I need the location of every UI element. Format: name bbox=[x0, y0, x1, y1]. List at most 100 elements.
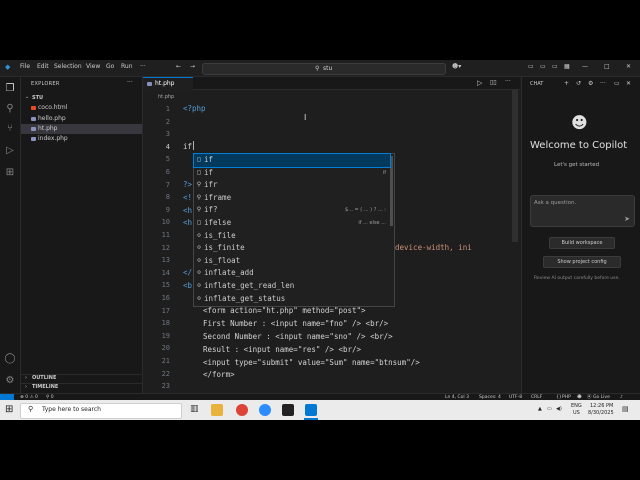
timeline-section[interactable]: TIMELINE bbox=[32, 384, 58, 390]
account-icon[interactable]: ◯ bbox=[4, 353, 16, 365]
suggestion-item[interactable]: ⚲ iframe bbox=[194, 192, 390, 205]
language-indicator[interactable]: ENG bbox=[571, 403, 582, 409]
volume-icon[interactable]: ◀) bbox=[556, 406, 562, 412]
file-index-php[interactable]: index.php bbox=[21, 134, 142, 144]
chat-input[interactable]: Ask a question. ➤ bbox=[530, 195, 635, 227]
maximize-panel-icon[interactable]: ▭ bbox=[614, 80, 620, 87]
code-line-4[interactable]: if bbox=[183, 142, 192, 151]
code-line-9[interactable]: <h bbox=[183, 206, 192, 215]
suggestion-item[interactable]: ⚲ if? $... = ( ... ) ? ... : bbox=[194, 204, 390, 217]
vscode-taskbar-icon[interactable] bbox=[305, 404, 317, 416]
outline-section[interactable]: OUTLINE bbox=[32, 375, 56, 381]
file-explorer-icon[interactable] bbox=[211, 404, 223, 416]
suggestion-kind-icon: □ bbox=[197, 219, 201, 226]
suggestion-item[interactable]: ⊙ inflate_get_read_len bbox=[194, 280, 390, 293]
menu-view[interactable]: View bbox=[86, 63, 100, 70]
chrome-icon[interactable] bbox=[236, 404, 248, 416]
task-view-icon[interactable]: ▥ bbox=[190, 404, 199, 414]
suggestion-item[interactable]: □ if bbox=[193, 153, 391, 168]
code-line-11-tail[interactable]: device-width, ini bbox=[395, 243, 472, 252]
code-line-10[interactable]: <h bbox=[183, 218, 192, 227]
code-line-1[interactable]: <?php bbox=[183, 104, 206, 113]
menu-file[interactable]: File bbox=[20, 63, 30, 70]
maximize-icon[interactable]: □ bbox=[604, 63, 610, 70]
menu-run[interactable]: Run bbox=[121, 63, 133, 70]
new-chat-icon[interactable]: + bbox=[564, 80, 569, 87]
source-control-icon[interactable]: ⑂ bbox=[4, 123, 16, 135]
close-icon[interactable]: ✕ bbox=[626, 63, 631, 70]
explorer-icon[interactable]: ❐ bbox=[4, 83, 16, 95]
explorer-more-icon[interactable]: ··· bbox=[127, 79, 133, 86]
line-number: 7 bbox=[165, 180, 170, 189]
chevron-right-icon[interactable]: › bbox=[25, 375, 27, 381]
customize-layout-icon[interactable]: ▦ bbox=[564, 63, 570, 70]
folder-name[interactable]: STU bbox=[32, 95, 43, 101]
settings-gear-icon[interactable]: ⚙ bbox=[588, 80, 593, 87]
editor-scrollbar[interactable] bbox=[512, 90, 518, 242]
build-workspace-button[interactable]: Build workspace bbox=[549, 237, 615, 249]
extensions-icon[interactable]: ⊞ bbox=[4, 167, 16, 179]
forward-arrow-icon[interactable]: → bbox=[190, 63, 195, 70]
suggestion-item[interactable]: ⊙ is_float bbox=[194, 255, 390, 268]
file-coco-html[interactable]: coco.html bbox=[21, 103, 142, 113]
command-center-search[interactable]: ⚲ stu bbox=[202, 63, 446, 75]
notification-center-icon[interactable]: ▤ bbox=[622, 405, 629, 413]
close-panel-icon[interactable]: ✕ bbox=[626, 80, 631, 87]
tray-arrow-icon[interactable]: ▲ bbox=[538, 406, 542, 412]
show-project-config-button[interactable]: Show project config bbox=[543, 256, 621, 268]
panel-toggle-icon[interactable]: ▭ bbox=[540, 63, 546, 70]
suggestion-item[interactable]: □ if if bbox=[194, 167, 390, 180]
code-line-22[interactable]: </form> bbox=[203, 370, 235, 379]
settings-gear-icon[interactable]: ⚙ bbox=[4, 375, 16, 387]
chat-tab[interactable]: CHAT bbox=[530, 81, 543, 87]
chevron-down-icon[interactable]: ⌄ bbox=[25, 94, 29, 100]
history-icon[interactable]: ↺ bbox=[576, 80, 581, 87]
secondary-sidebar-icon[interactable]: ▭ bbox=[552, 63, 558, 70]
code-line-20[interactable]: Result : <input name="res" /> <br/> bbox=[203, 345, 361, 354]
more-menu-icon[interactable]: ··· bbox=[140, 63, 146, 70]
code-line-21[interactable]: <input type="submit" value="Sum" name="b… bbox=[203, 358, 420, 367]
zoom-icon[interactable] bbox=[259, 404, 271, 416]
clock-date[interactable]: 8/30/2025 bbox=[588, 410, 614, 416]
suggestion-item[interactable]: ⊙ is_finite bbox=[194, 242, 390, 255]
copilot-icon[interactable]: ☻▾ bbox=[452, 63, 461, 70]
back-arrow-icon[interactable]: ← bbox=[176, 63, 181, 70]
taskbar-search-placeholder: Type here to search bbox=[42, 406, 101, 413]
menu-selection[interactable]: Selection bbox=[54, 63, 82, 70]
code-line-17[interactable]: <form action="ht.php" method="post"> bbox=[203, 306, 366, 315]
tab-ht-php[interactable]: ht.php bbox=[143, 77, 193, 90]
split-editor-icon[interactable]: ▯▯ bbox=[490, 79, 497, 86]
file-ht-php[interactable]: ht.php bbox=[21, 124, 142, 134]
php-file-icon bbox=[31, 127, 36, 131]
search-icon[interactable]: ⚲ bbox=[4, 103, 16, 115]
run-debug-icon[interactable]: ▷ bbox=[4, 145, 16, 157]
code-line-13[interactable]: </ bbox=[183, 268, 192, 277]
taskbar-search[interactable]: ⚲ Type here to search bbox=[20, 403, 182, 419]
chevron-right-icon[interactable]: › bbox=[25, 384, 27, 390]
code-line-19[interactable]: Second Number : <input name="sno" /> <br… bbox=[203, 332, 393, 341]
menu-go[interactable]: Go bbox=[106, 63, 114, 70]
suggestion-item[interactable]: ⊙ is_file bbox=[194, 230, 390, 243]
network-icon[interactable]: ▭ bbox=[547, 406, 552, 412]
code-line-7[interactable]: ?> bbox=[183, 180, 192, 189]
suggest-scrollbar[interactable] bbox=[390, 156, 393, 226]
clock-time[interactable]: 12:26 PM bbox=[590, 403, 613, 409]
terminal-icon[interactable] bbox=[282, 404, 294, 416]
breadcrumb[interactable]: ht.php bbox=[158, 94, 174, 100]
chat-more-icon[interactable]: ··· bbox=[600, 80, 606, 87]
run-icon[interactable]: ▷ bbox=[477, 79, 482, 87]
code-line-18[interactable]: First Number : <input name="fno" /> <br/… bbox=[203, 319, 388, 328]
windows-start-icon[interactable]: ⊞ bbox=[5, 404, 13, 415]
code-line-8[interactable]: <! bbox=[183, 193, 192, 202]
suggestion-item[interactable]: ⚲ ifr bbox=[194, 179, 390, 192]
menu-edit[interactable]: Edit bbox=[37, 63, 49, 70]
suggestion-item[interactable]: □ ifelse if ... else ... bbox=[194, 217, 390, 230]
editor-more-icon[interactable]: ··· bbox=[505, 78, 511, 85]
file-hello-php[interactable]: hello.php bbox=[21, 114, 142, 124]
layout-toggle-icon[interactable]: ▭ bbox=[528, 63, 534, 70]
code-line-14[interactable]: <b bbox=[183, 281, 192, 290]
send-icon[interactable]: ➤ bbox=[624, 215, 630, 223]
minimize-icon[interactable]: — bbox=[582, 63, 588, 70]
suggestion-item[interactable]: ⊙ inflate_get_status bbox=[194, 293, 390, 306]
suggestion-item[interactable]: ⊙ inflate_add bbox=[194, 267, 390, 280]
